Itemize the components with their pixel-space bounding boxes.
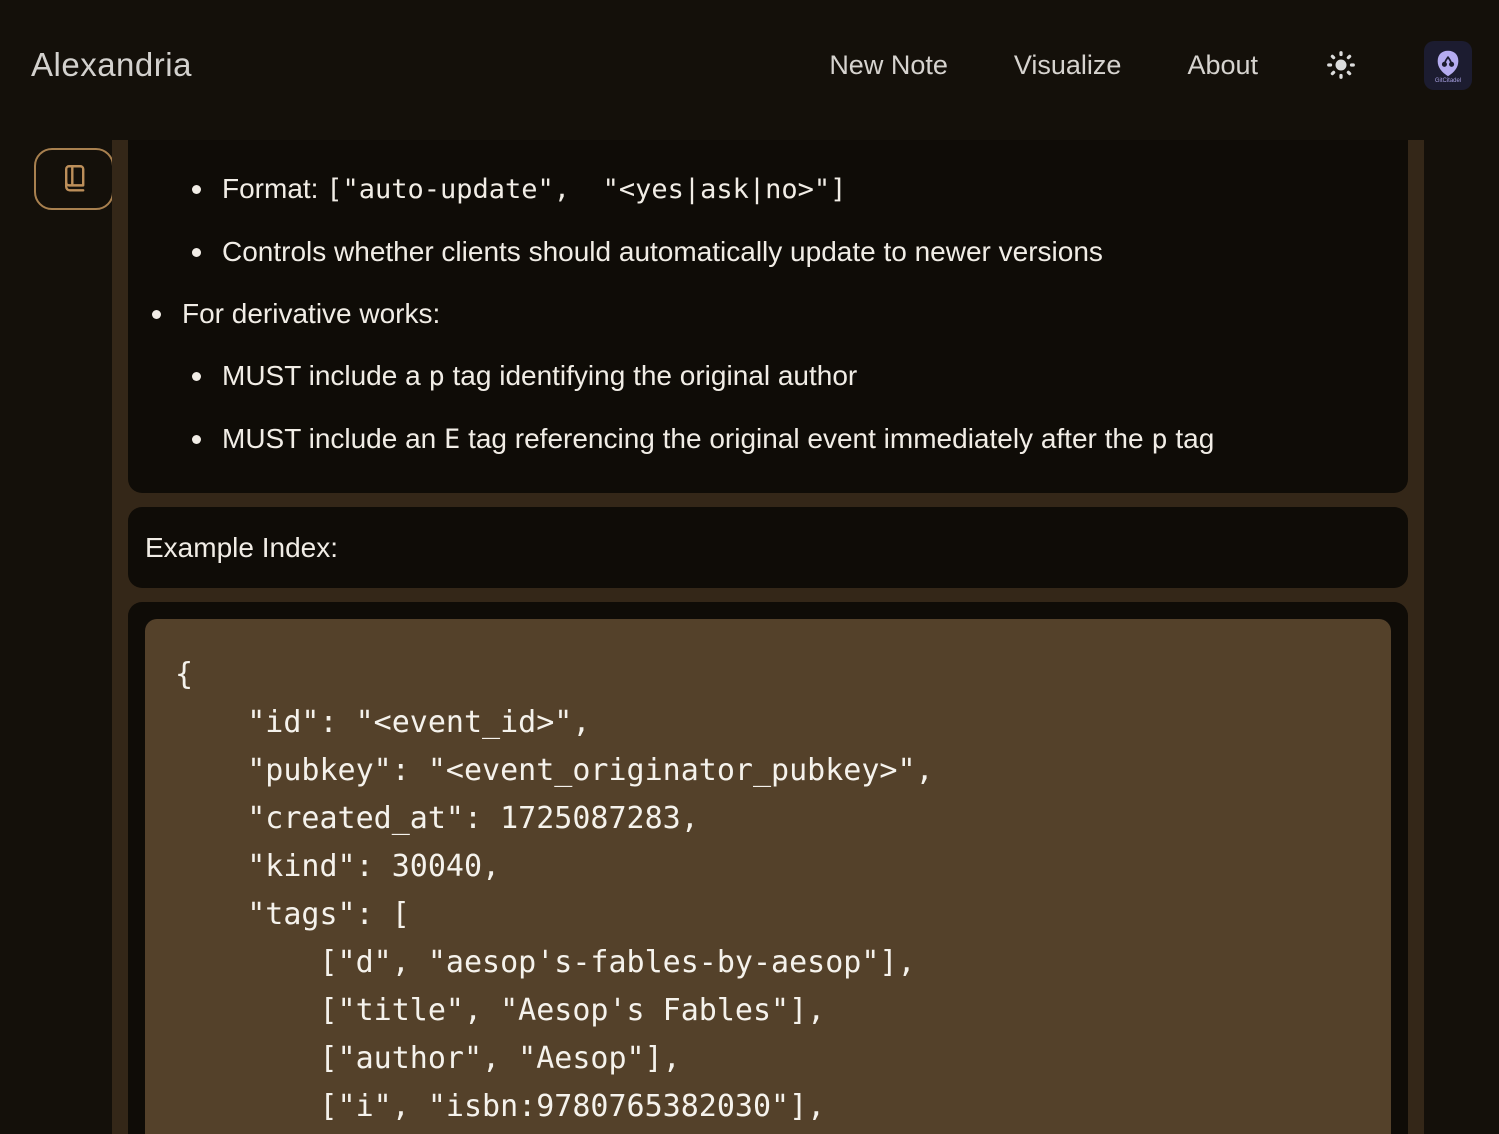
bullet-text: For derivative works: [182,298,440,329]
book-icon [57,162,91,196]
nav-visualize[interactable]: Visualize [1014,50,1122,81]
inline-code: ["auto-update", "<yes|ask|no>"] [326,174,846,205]
inline-code: p [428,361,444,392]
bullet-text: Format: [222,173,326,204]
bullet-text: MUST include an [222,423,444,454]
list-item: Controls whether clients should automati… [222,233,1388,271]
toc-sidebar-toggle-button[interactable] [34,148,114,210]
main-nav: New Note Visualize About [829,0,1472,130]
bullet-text: tag identifying the original author [445,360,858,391]
gitcitadel-logo[interactable]: GitCitadel [1424,41,1472,90]
theme-toggle-button[interactable] [1324,48,1358,82]
list-item: For derivative works: MUST include a p t… [182,295,1388,459]
inline-code: E [444,424,460,455]
spec-rules-card: Format: ["auto-update", "<yes|ask|no>"] … [128,140,1408,493]
app-title[interactable]: Alexandria [31,46,192,84]
json-code-block[interactable]: { "id": "<event_id>", "pubkey": "<event_… [145,619,1391,1134]
bullet-text: tag [1168,423,1215,454]
json-code-text: { "id": "<event_id>", "pubkey": "<event_… [175,651,1361,1131]
example-index-label: Example Index: [145,532,338,564]
bullet-text: Controls whether clients should automati… [222,236,1103,267]
nested-bullet-list: MUST include a p tag identifying the ori… [222,357,1388,459]
list-item: MUST include a p tag identifying the ori… [222,357,1388,396]
document-scroll-area[interactable]: Format: ["auto-update", "<yes|ask|no>"] … [112,140,1424,1134]
outer-bullet-list: For derivative works: MUST include a p t… [182,295,1388,459]
bullet-text: tag referencing the original event immed… [460,423,1151,454]
gitcitadel-shield-icon [1436,50,1460,77]
bullet-text: MUST include a [222,360,428,391]
nav-new-note[interactable]: New Note [829,50,948,81]
nav-about[interactable]: About [1187,50,1258,81]
example-code-card: { "id": "<event_id>", "pubkey": "<event_… [128,602,1408,1134]
inline-code: p [1151,424,1167,455]
nested-bullet-list: Format: ["auto-update", "<yes|ask|no>"] … [222,170,1388,271]
list-item: Format: ["auto-update", "<yes|ask|no>"] [222,170,1388,209]
list-item: MUST include an E tag referencing the or… [222,420,1388,459]
example-index-card: Example Index: [128,507,1408,588]
sun-icon [1326,50,1356,80]
gitcitadel-logo-caption: GitCitadel [1435,78,1461,84]
top-bar: Alexandria New Note Visualize About [0,0,1499,130]
